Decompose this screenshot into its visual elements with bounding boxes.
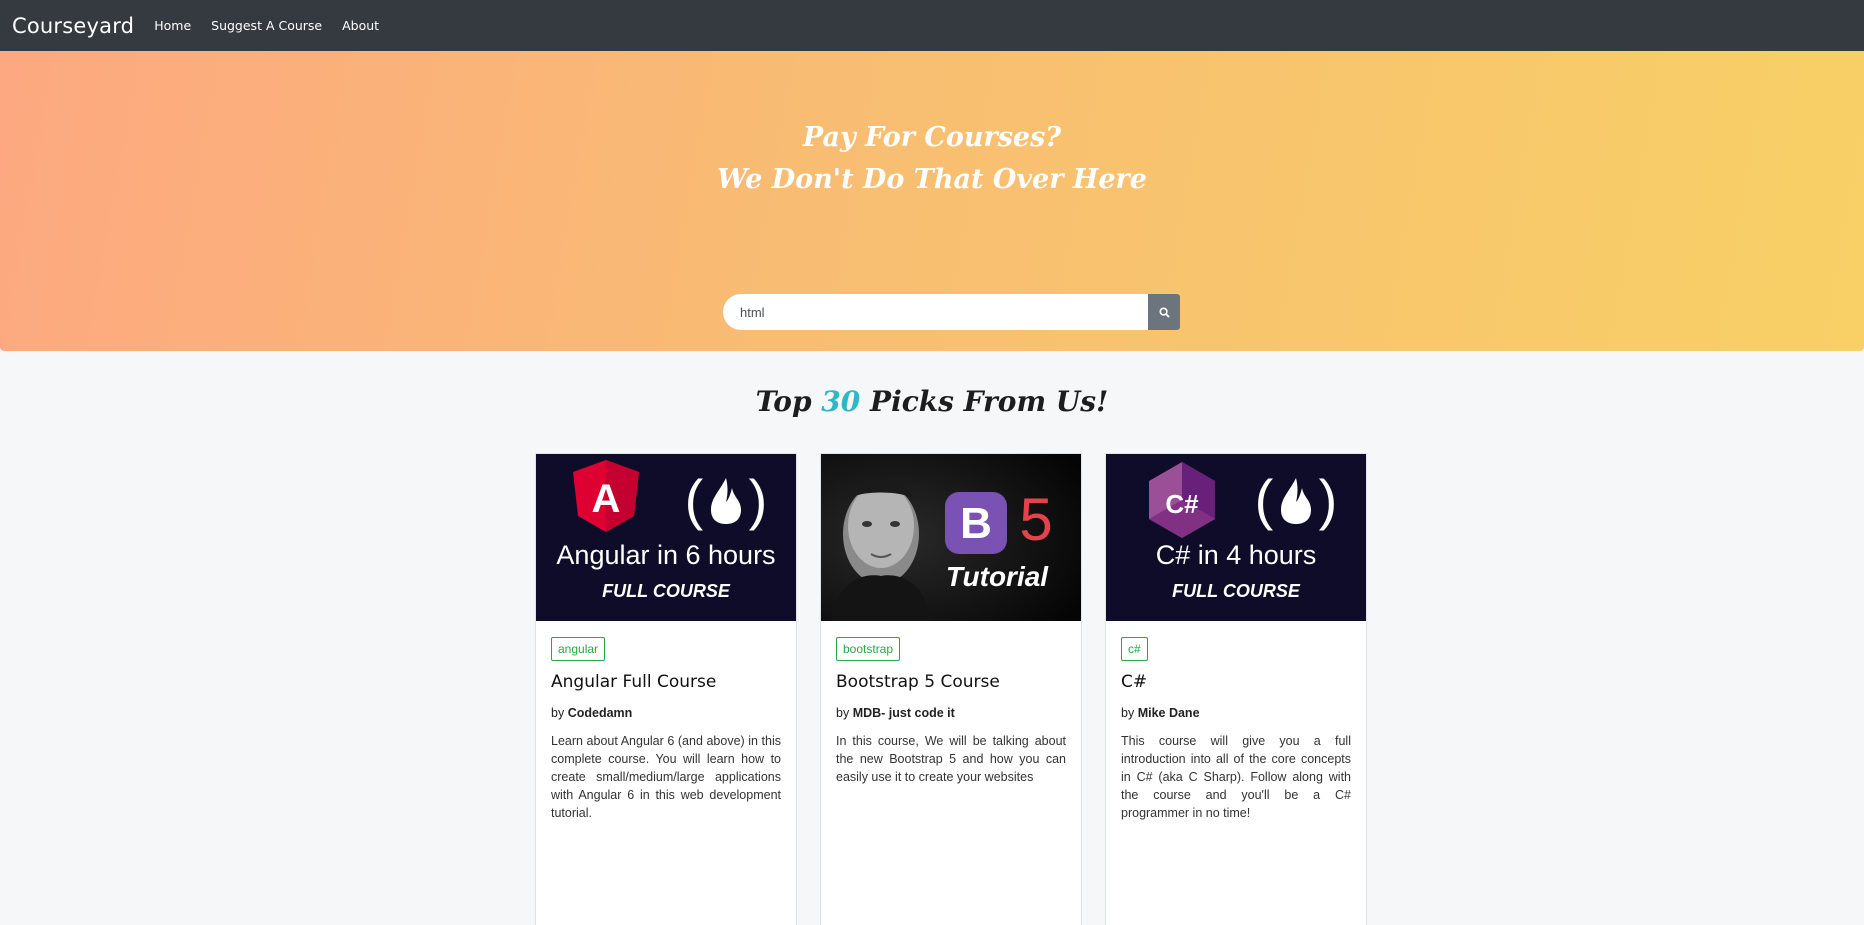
hero-banner: Pay For Courses? We Don't Do That Over H…: [0, 51, 1864, 351]
course-thumbnail[interactable]: B 5 Tutorial: [821, 454, 1081, 621]
svg-text:(: (: [685, 468, 704, 531]
course-description: This course will give you a full introdu…: [1121, 734, 1351, 820]
thumb-main-text: C# in 4 hours: [1156, 540, 1317, 570]
course-card[interactable]: A ( ) Angular in 6 hours FULL COURSE ang…: [535, 453, 797, 925]
author-name: Mike Dane: [1137, 706, 1200, 720]
navbar: Courseyard Home Suggest A Course About: [0, 0, 1864, 51]
nav-about[interactable]: About: [342, 18, 379, 33]
author-name: MDB- just code it: [852, 706, 955, 720]
svg-text:): ): [1319, 468, 1338, 531]
course-thumbnail[interactable]: C# ( ) C# in 4 hours FULL COURSE: [1106, 454, 1366, 621]
thumb-sub-text: FULL COURSE: [602, 581, 731, 601]
search-bar: [723, 294, 1180, 330]
author-prefix: by: [1121, 706, 1135, 720]
angular-thumbnail-image: A ( ) Angular in 6 hours FULL COURSE: [536, 454, 796, 621]
card-body: angular Angular Full Course by Codedamn …: [536, 621, 796, 822]
section-title: Top 30 Picks From Us!: [0, 385, 1864, 418]
csharp-thumbnail-image: C# ( ) C# in 4 hours FULL COURSE: [1106, 454, 1366, 621]
bootstrap-thumbnail-image: B 5 Tutorial: [821, 454, 1081, 621]
course-author: by MDB- just code it: [836, 706, 1066, 720]
course-card[interactable]: B 5 Tutorial bootstrap Bootstrap 5 Cours…: [820, 453, 1082, 925]
card-body: bootstrap Bootstrap 5 Course by MDB- jus…: [821, 621, 1081, 786]
course-tag[interactable]: c#: [1121, 637, 1148, 661]
course-description: Learn about Angular 6 (and above) in thi…: [551, 734, 781, 820]
thumb-main-text: Angular in 6 hours: [556, 540, 775, 570]
section-title-suffix: Picks From Us!: [870, 385, 1109, 418]
course-title[interactable]: Angular Full Course: [551, 672, 781, 692]
course-tag[interactable]: bootstrap: [836, 637, 901, 661]
card-body: c# C# by Mike Dane This course will give…: [1106, 621, 1366, 822]
hero-headline-line1: Pay For Courses?: [802, 122, 1062, 153]
nav-suggest-course[interactable]: Suggest A Course: [211, 18, 322, 33]
section-title-number: 30: [821, 385, 861, 418]
thumb-logo-letter: B: [960, 499, 992, 548]
course-description: In this course, We will be talking about…: [836, 734, 1066, 784]
svg-text:(: (: [1255, 468, 1274, 531]
course-tag[interactable]: angular: [551, 637, 606, 661]
course-title[interactable]: C#: [1121, 672, 1351, 692]
search-icon: [1158, 306, 1170, 318]
nav-home[interactable]: Home: [154, 18, 191, 33]
search-button[interactable]: [1148, 294, 1180, 330]
brand-logo[interactable]: Courseyard: [12, 14, 134, 38]
svg-text:): ): [749, 468, 768, 531]
thumb-version: 5: [1019, 486, 1052, 553]
thumb-sub-text: FULL COURSE: [1172, 581, 1301, 601]
course-thumbnail[interactable]: A ( ) Angular in 6 hours FULL COURSE: [536, 454, 796, 621]
hero-headline-line2: We Don't Do That Over Here: [717, 164, 1147, 195]
course-author: by Codedamn: [551, 706, 781, 720]
search-input[interactable]: [723, 294, 1148, 330]
author-name: Codedamn: [567, 706, 633, 720]
author-prefix: by: [551, 706, 565, 720]
thumb-logo-letter: A: [592, 477, 621, 521]
course-card[interactable]: C# ( ) C# in 4 hours FULL COURSE c# C# b…: [1105, 453, 1367, 925]
course-title[interactable]: Bootstrap 5 Course: [836, 672, 1066, 692]
course-author: by Mike Dane: [1121, 706, 1351, 720]
section-title-prefix: Top: [755, 385, 812, 418]
author-prefix: by: [836, 706, 850, 720]
thumb-logo-letter: C#: [1165, 489, 1199, 519]
thumb-sub-text: Tutorial: [946, 561, 1049, 592]
